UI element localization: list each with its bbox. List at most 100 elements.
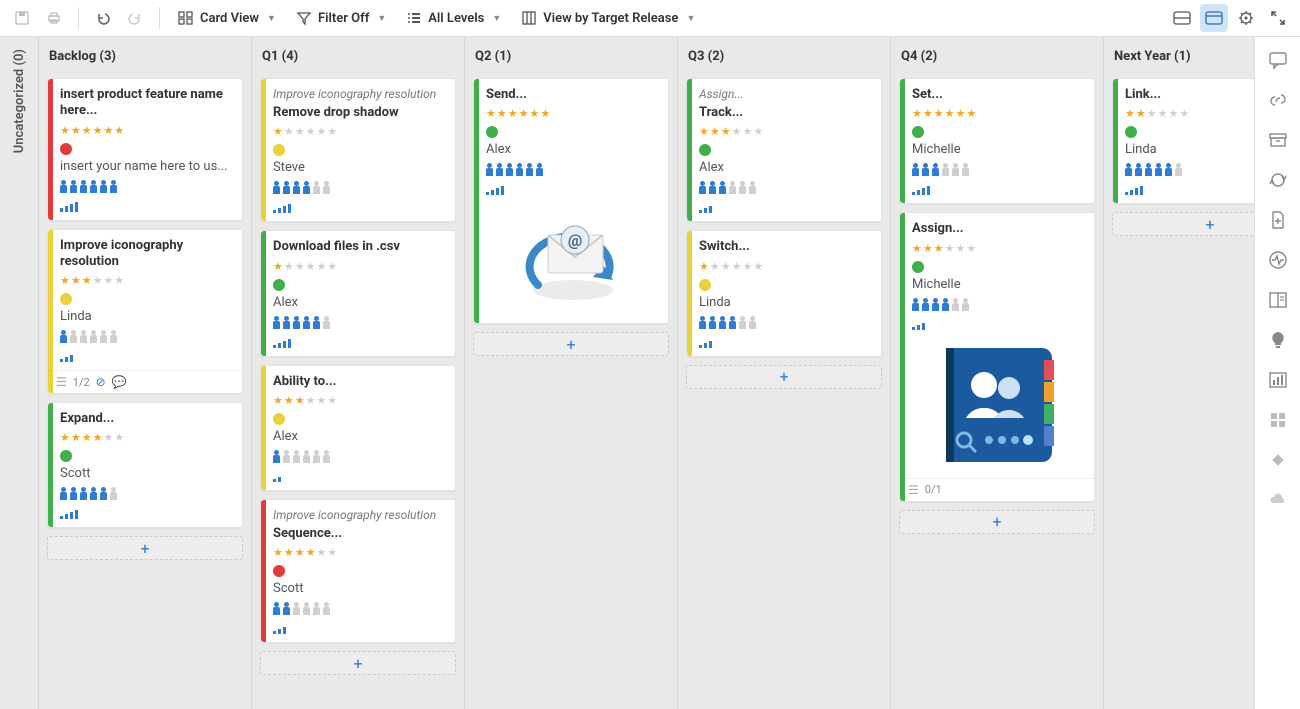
card[interactable]: Assign...Track...★★★★★★Alex	[686, 78, 882, 222]
priority-stripe	[48, 403, 53, 527]
print-icon[interactable]	[40, 4, 68, 32]
compact-view-icon[interactable]	[1168, 4, 1196, 32]
card-title: Link...	[1125, 87, 1254, 103]
card-people	[273, 316, 447, 330]
status-dot	[912, 261, 924, 273]
card[interactable]: Assign...★★★★★★Michelle ☰ 0/1	[899, 212, 1095, 501]
archive-icon[interactable]	[1267, 129, 1289, 151]
column-next: Next Year (1) Link...★★★★★★Linda+	[1104, 37, 1254, 709]
card-people	[60, 487, 234, 501]
status-dot	[60, 293, 72, 305]
card[interactable]: Ability to...★★★★★★Alex	[260, 365, 456, 491]
card-title: Sequence...	[273, 526, 447, 542]
card-title: Improve iconography resolution	[60, 238, 234, 271]
lightbulb-icon[interactable]	[1267, 329, 1289, 351]
card-people	[60, 180, 234, 194]
card-progress-icon	[273, 201, 447, 213]
mail-image: @	[518, 205, 628, 315]
right-rail	[1254, 37, 1300, 709]
status-dot	[273, 565, 285, 577]
card-title: Assign...	[912, 221, 1086, 237]
redo-icon[interactable]	[121, 4, 149, 32]
card-title: Switch...	[699, 239, 873, 255]
chart-icon[interactable]	[1267, 369, 1289, 391]
card-assignee: Alex	[486, 142, 660, 157]
card-view-button[interactable]: Card View ▼	[170, 6, 284, 30]
column-header: Next Year (1)	[1112, 45, 1254, 70]
add-card-button[interactable]: +	[260, 651, 456, 675]
filter-button[interactable]: Filter Off ▼	[288, 6, 394, 30]
add-card-button[interactable]: +	[473, 332, 669, 356]
column-header: Backlog (3)	[47, 45, 243, 70]
priority-stripe	[687, 231, 692, 355]
document-icon[interactable]	[1267, 209, 1289, 231]
contacts-image	[934, 340, 1064, 470]
column-header: Q4 (2)	[899, 45, 1095, 70]
chevron-down-icon: ▼	[377, 13, 386, 24]
card-progress-icon	[273, 336, 447, 348]
collapse-icon[interactable]	[1264, 4, 1292, 32]
gear-icon[interactable]	[1232, 4, 1260, 32]
card[interactable]: Improve iconography resolution★★★★★★Lind…	[47, 229, 243, 395]
chevron-down-icon: ▼	[492, 13, 501, 24]
card[interactable]: Link...★★★★★★Linda	[1112, 78, 1254, 204]
card-assignee: Alex	[273, 295, 447, 310]
card[interactable]: Improve iconography resolutionRemove dro…	[260, 78, 456, 222]
card-rating: ★★★★★★	[912, 107, 1086, 120]
uncategorized-strip[interactable]: Uncategorized (0)	[0, 37, 39, 709]
levels-label: All Levels	[428, 11, 484, 26]
svg-text:@: @	[568, 231, 582, 250]
sync-icon[interactable]	[1267, 169, 1289, 191]
card-progress-icon	[486, 183, 660, 195]
view-by-button[interactable]: View by Target Release ▼	[513, 6, 703, 30]
card-progress-icon	[60, 200, 234, 212]
add-card-button[interactable]: +	[899, 510, 1095, 534]
card-rating: ★★★★★★	[273, 394, 447, 407]
comments-icon[interactable]	[1267, 49, 1289, 71]
card[interactable]: Improve iconography resolutionSequence..…	[260, 499, 456, 643]
card[interactable]: Switch...★★★★★★Linda	[686, 230, 882, 356]
save-icon[interactable]	[8, 4, 36, 32]
column-header: Q2 (1)	[473, 45, 669, 70]
card-progress-icon	[1125, 183, 1254, 195]
columns-icon	[521, 10, 537, 26]
card[interactable]: Download files in .csv★★★★★★Alex	[260, 230, 456, 356]
normal-view-icon[interactable]	[1200, 4, 1228, 32]
card[interactable]: Set... ★★★★★★ Michelle	[899, 78, 1095, 204]
card-checklist-count: 0/1	[925, 483, 942, 496]
add-card-button[interactable]: +	[47, 536, 243, 560]
card-rating: ★★★★★★	[1125, 107, 1254, 120]
sidebar-icon[interactable]	[1267, 289, 1289, 311]
checklist-icon: ☰	[908, 483, 919, 497]
card[interactable]: insert product feature name here...★★★★★…	[47, 78, 243, 221]
card-assignee: Michelle	[912, 142, 1086, 157]
undo-icon[interactable]	[89, 4, 117, 32]
card[interactable]: Expand...★★★★★★Scott	[47, 402, 243, 528]
card-rating: ★★★★★★	[486, 107, 660, 120]
add-card-button[interactable]: +	[686, 365, 882, 389]
levels-button[interactable]: All Levels ▼	[398, 6, 509, 30]
card-progress-icon	[273, 622, 447, 634]
card-progress-icon	[912, 183, 1086, 195]
card-title: Remove drop shadow	[273, 105, 447, 121]
add-card-button[interactable]: +	[1112, 212, 1254, 236]
priority-stripe	[261, 366, 266, 490]
column-q2: Q2 (1) Send... ★★★★★★ Alex @ +	[465, 37, 678, 709]
card-progress-icon	[699, 201, 873, 213]
chevron-down-icon: ▼	[267, 13, 276, 24]
link-icon[interactable]	[1267, 89, 1289, 111]
priority-stripe	[261, 500, 266, 642]
priority-stripe	[1113, 79, 1118, 203]
card[interactable]: Send... ★★★★★★ Alex @	[473, 78, 669, 324]
card-people	[699, 181, 873, 195]
status-dot	[273, 144, 285, 156]
grid-icon[interactable]	[1267, 409, 1289, 431]
card-progress-icon	[273, 470, 447, 482]
activity-icon[interactable]	[1267, 249, 1289, 271]
view-by-label: View by Target Release	[543, 11, 678, 26]
status-dot	[912, 126, 924, 138]
diamond-icon[interactable]	[1267, 449, 1289, 471]
cloud-icon[interactable]	[1267, 489, 1289, 511]
card-title: Send...	[486, 87, 660, 103]
card-title: Set...	[912, 87, 1086, 103]
